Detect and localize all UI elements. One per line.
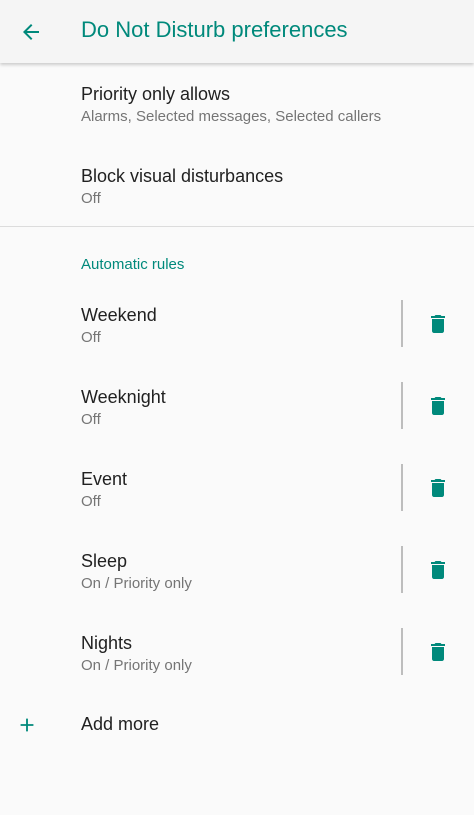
- delete-rule-button[interactable]: [420, 552, 456, 588]
- rule-status: Off: [81, 411, 101, 428]
- add-more-button[interactable]: Add more: [0, 700, 474, 750]
- rule-row-sleep: Sleep On / Priority only: [0, 546, 474, 628]
- back-button[interactable]: [6, 7, 56, 57]
- vertical-divider: [401, 546, 403, 593]
- trash-icon: [431, 315, 445, 333]
- pref-block-visual-disturbances[interactable]: Block visual disturbances Off: [81, 165, 461, 209]
- rule-row-nights: Nights On / Priority only: [0, 628, 474, 710]
- rule-row-weekend: Weekend Off: [0, 300, 474, 382]
- trash-icon: [431, 479, 445, 497]
- add-more-label: Add more: [81, 714, 160, 734]
- rule-status: On / Priority only: [81, 657, 192, 674]
- rule-row-weeknight: Weeknight Off: [0, 382, 474, 464]
- rule-name: Weeknight: [81, 387, 166, 407]
- app-bar: Do Not Disturb preferences: [0, 0, 474, 63]
- vertical-divider: [401, 628, 403, 675]
- vertical-divider: [401, 382, 403, 429]
- pref-summary: Off: [81, 190, 101, 207]
- rule-name: Nights: [81, 633, 133, 653]
- delete-rule-button[interactable]: [420, 470, 456, 506]
- rule-status: Off: [81, 493, 101, 510]
- trash-icon: [431, 643, 445, 661]
- rule-item[interactable]: Weekend Off: [81, 304, 157, 348]
- rule-status: On / Priority only: [81, 575, 192, 592]
- rule-name: Sleep: [81, 551, 128, 571]
- automatic-rules-header: Automatic rules: [81, 256, 185, 273]
- pref-priority-only-allows[interactable]: Priority only allows Alarms, Selected me…: [81, 83, 461, 127]
- rule-name: Event: [81, 469, 128, 489]
- rule-status: Off: [81, 329, 101, 346]
- pref-title: Priority only allows: [81, 84, 231, 104]
- pref-title: Block visual disturbances: [81, 166, 284, 186]
- rule-name: Weekend: [81, 305, 157, 325]
- delete-rule-button[interactable]: [420, 388, 456, 424]
- pref-summary: Alarms, Selected messages, Selected call…: [81, 108, 382, 125]
- rule-item[interactable]: Weeknight Off: [81, 386, 166, 430]
- rule-item[interactable]: Nights On / Priority only: [81, 632, 192, 676]
- dnd-preferences-screen: Do Not Disturb preferences Priority only…: [0, 0, 474, 815]
- plus-icon: [14, 712, 40, 738]
- page-title: Do Not Disturb preferences: [81, 17, 348, 42]
- trash-icon: [431, 561, 445, 579]
- arrow-left-icon: [23, 24, 39, 40]
- rule-item[interactable]: Event Off: [81, 468, 127, 512]
- vertical-divider: [401, 300, 403, 347]
- section-divider: [0, 226, 474, 227]
- rule-row-event: Event Off: [0, 464, 474, 546]
- delete-rule-button[interactable]: [420, 306, 456, 342]
- delete-rule-button[interactable]: [420, 634, 456, 670]
- rule-item[interactable]: Sleep On / Priority only: [81, 550, 192, 594]
- trash-icon: [431, 397, 445, 415]
- vertical-divider: [401, 464, 403, 511]
